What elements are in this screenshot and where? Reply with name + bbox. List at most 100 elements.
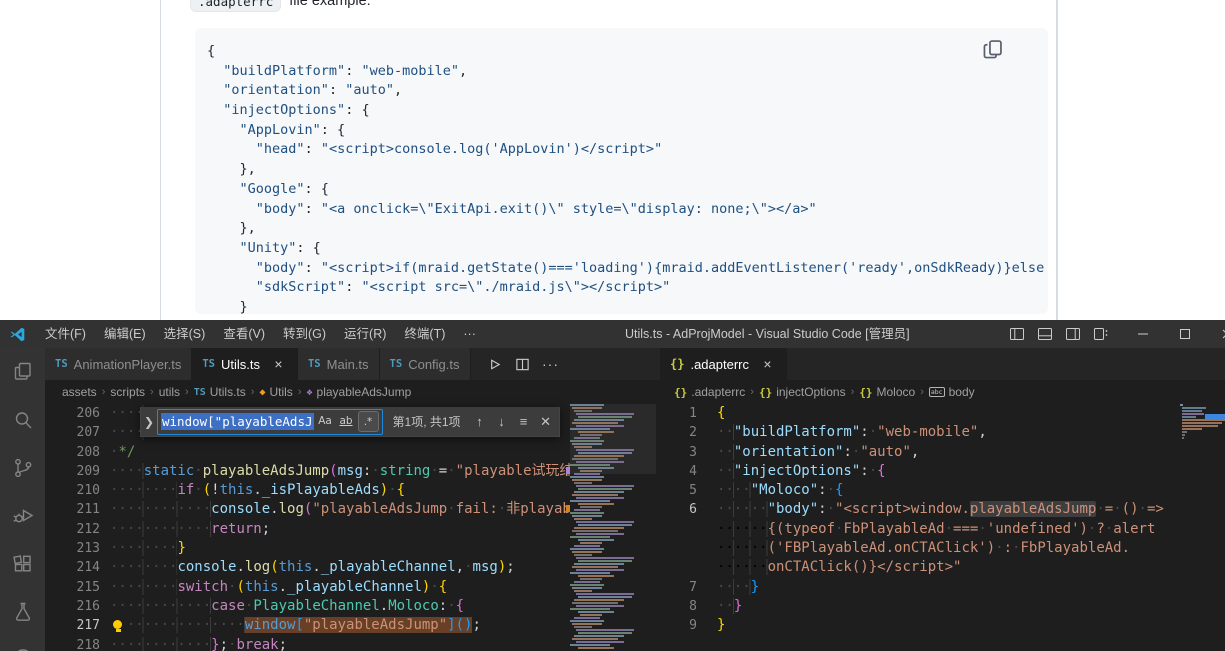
explorer-icon[interactable] [0, 348, 45, 396]
menu-file[interactable]: 文件(F) [36, 320, 95, 348]
code-line: 218 ············};·break; [45, 636, 570, 651]
minimap-slider[interactable] [570, 404, 656, 474]
line-number: 207 [76, 425, 100, 441]
maximize-button[interactable] [1171, 320, 1199, 348]
breadcrumb-item-scripts[interactable]: › scripts [97, 385, 145, 399]
breadcrumb-item-adapterrc-file[interactable]: {} .adapterrc [674, 385, 745, 399]
breadcrumb-item-utils-class[interactable]: › ◆ Utils [246, 385, 293, 399]
chevron-right-icon: › [920, 386, 924, 398]
editor-adapterrc[interactable]: 1{2 ··"buildPlatform":·"web-mobile", 3 ··"o… [660, 404, 1178, 651]
tab-adapterrc[interactable]: {} .adapterrc × [660, 348, 787, 380]
ts-file-icon: TS [55, 358, 68, 370]
find-input[interactable]: window["playableAdsJ Aa ab .* [157, 408, 383, 435]
breadcrumb-item-assets[interactable]: assets [62, 385, 97, 399]
tab-config[interactable]: TS Config.ts [379, 348, 471, 380]
line-number: 210 [76, 483, 100, 499]
regex-toggle[interactable]: .* [357, 411, 379, 432]
whole-word-toggle[interactable]: ab [337, 411, 356, 430]
tab-label: Main.ts [326, 356, 369, 372]
account-icon[interactable] [0, 636, 45, 651]
tab-animationplayer[interactable]: TS AnimationPlayer.ts [45, 348, 193, 380]
vscode-window: 文件(F) 编辑(E) 选择(S) 查看(V) 转到(G) 运行(R) 终端(T) ··· U… [0, 320, 1225, 651]
layout-sidebar-right-icon[interactable] [1059, 320, 1087, 348]
code-line: 4 ··"injectOptions":·{ [660, 462, 1178, 481]
find-previous-button[interactable]: ↑ [469, 411, 491, 433]
tab-label: Config.ts [408, 356, 460, 372]
layout-panel-icon[interactable] [1031, 320, 1059, 348]
close-find-button[interactable]: ✕ [535, 411, 557, 433]
source-control-icon[interactable] [0, 444, 45, 492]
json-file-icon: {} [670, 357, 685, 371]
minimap-marker [566, 467, 570, 474]
extensions-icon[interactable] [0, 540, 45, 588]
menu-terminal[interactable]: 终端(T) [395, 320, 454, 348]
breadcrumb-item-moloco[interactable]: ›{} Moloco [846, 385, 916, 399]
breadcrumb-item-body[interactable]: › abc body [915, 385, 974, 399]
breadcrumb-item-utils-file[interactable]: › TS Utils.ts [180, 385, 246, 399]
customize-layout-icon[interactable] [1087, 320, 1115, 348]
code-line: 8 ··} [660, 597, 1178, 616]
find-toggles: Aa ab .* [314, 411, 379, 432]
find-widget: ❯ window["playableAdsJ Aa ab .* 第1项, 共1项 ↑… [140, 407, 560, 437]
line-number: 2 [689, 425, 697, 441]
layout-sidebar-left-icon[interactable] [1003, 320, 1031, 348]
window-title: Utils.ts - AdProjModel - Visual Studio C… [625, 327, 910, 341]
find-next-button[interactable]: ↓ [491, 411, 513, 433]
doc-code-lines: { "buildPlatform": "web-mobile", "orient… [207, 43, 1045, 314]
doc-scrollbar[interactable] [1056, 0, 1058, 320]
ts-file-icon: TS [202, 358, 215, 370]
match-case-toggle[interactable]: Aa [316, 411, 335, 430]
cls-symbol-icon: ◆ [259, 386, 266, 398]
split-editor-icon[interactable] [511, 352, 535, 376]
titlebar-spacer [1199, 320, 1213, 348]
close-tab-icon[interactable]: × [270, 356, 287, 372]
menu-edit[interactable]: 编辑(E) [95, 320, 155, 348]
run-debug-icon[interactable] [0, 492, 45, 540]
minimize-button[interactable] [1129, 320, 1157, 348]
line-number: 5 [689, 483, 697, 499]
close-tab-icon[interactable]: × [759, 356, 776, 372]
menu-go[interactable]: 转到(G) [274, 320, 335, 348]
copy-icon[interactable] [982, 38, 1004, 60]
breadcrumb-item-utils-folder[interactable]: › utils [145, 385, 180, 399]
tab-label: AnimationPlayer.ts [73, 356, 182, 372]
screen: .adapterrc file example: { "buildPlatfor… [0, 0, 1225, 651]
menu-view[interactable]: 查看(V) [214, 320, 274, 348]
more-actions-icon[interactable]: ··· [539, 352, 563, 376]
line-number: 7 [689, 579, 697, 595]
code-line: 217 ················window["playableAdsJu… [45, 616, 570, 635]
menu-run[interactable]: 运行(R) [335, 320, 395, 348]
lightbulb-icon[interactable] [113, 620, 124, 633]
minimap[interactable] [1178, 404, 1225, 464]
tab-bar-left-group: TS AnimationPlayer.ts TS Utils.ts × TS Main.ts… [45, 348, 660, 380]
tab-utils[interactable]: TS Utils.ts × [192, 348, 298, 380]
code-line: 209 ····static·playableAdsJump(msg:·strin… [45, 462, 570, 481]
search-icon[interactable] [0, 396, 45, 444]
chevron-right-icon: › [750, 386, 754, 398]
obj-symbol-icon: {} [758, 385, 773, 399]
code-line: ······{(typeof·FbPlayableAd·===·'undefin… [660, 520, 1178, 539]
tab-bar-right-group: {} .adapterrc × [660, 348, 1225, 380]
code-line: 6 ······"body":·"<script>window.playableA… [660, 500, 1178, 519]
menu-selection[interactable]: 选择(S) [155, 320, 215, 348]
testing-icon[interactable] [0, 588, 45, 636]
breadcrumb-item-playableadsjump-method[interactable]: › ❖ playableAdsJump [293, 385, 411, 399]
breadcrumb-item-injectoptions[interactable]: ›{} injectOptions [745, 385, 845, 399]
toggle-replace-chevron-icon[interactable]: ❯ [141, 415, 157, 429]
menu-more[interactable]: ··· [454, 320, 485, 348]
chevron-right-icon: › [150, 386, 154, 398]
code-line: 7 ····} [660, 578, 1178, 597]
code-line: 3 ··"orientation":·"auto", [660, 443, 1178, 462]
line-number: 6 [689, 502, 697, 518]
line-number: 218 [76, 637, 100, 651]
find-query-text: window["playableAdsJ [161, 413, 314, 430]
titlebar-spacer [1157, 320, 1171, 348]
run-file-icon[interactable] [483, 352, 507, 376]
strsym-symbol-icon: abc [928, 387, 945, 397]
find-in-selection-button[interactable]: ≡ [513, 411, 535, 433]
close-button[interactable] [1213, 320, 1225, 348]
line-number: 213 [76, 541, 100, 557]
editor-utils-ts[interactable]: 206 ···· 207 ···· 208 ·*/209 ····static·playab… [45, 404, 570, 651]
tab-main[interactable]: TS Main.ts [297, 348, 380, 380]
tabs-left: TS AnimationPlayer.ts TS Utils.ts × TS Main.ts… [45, 348, 471, 380]
